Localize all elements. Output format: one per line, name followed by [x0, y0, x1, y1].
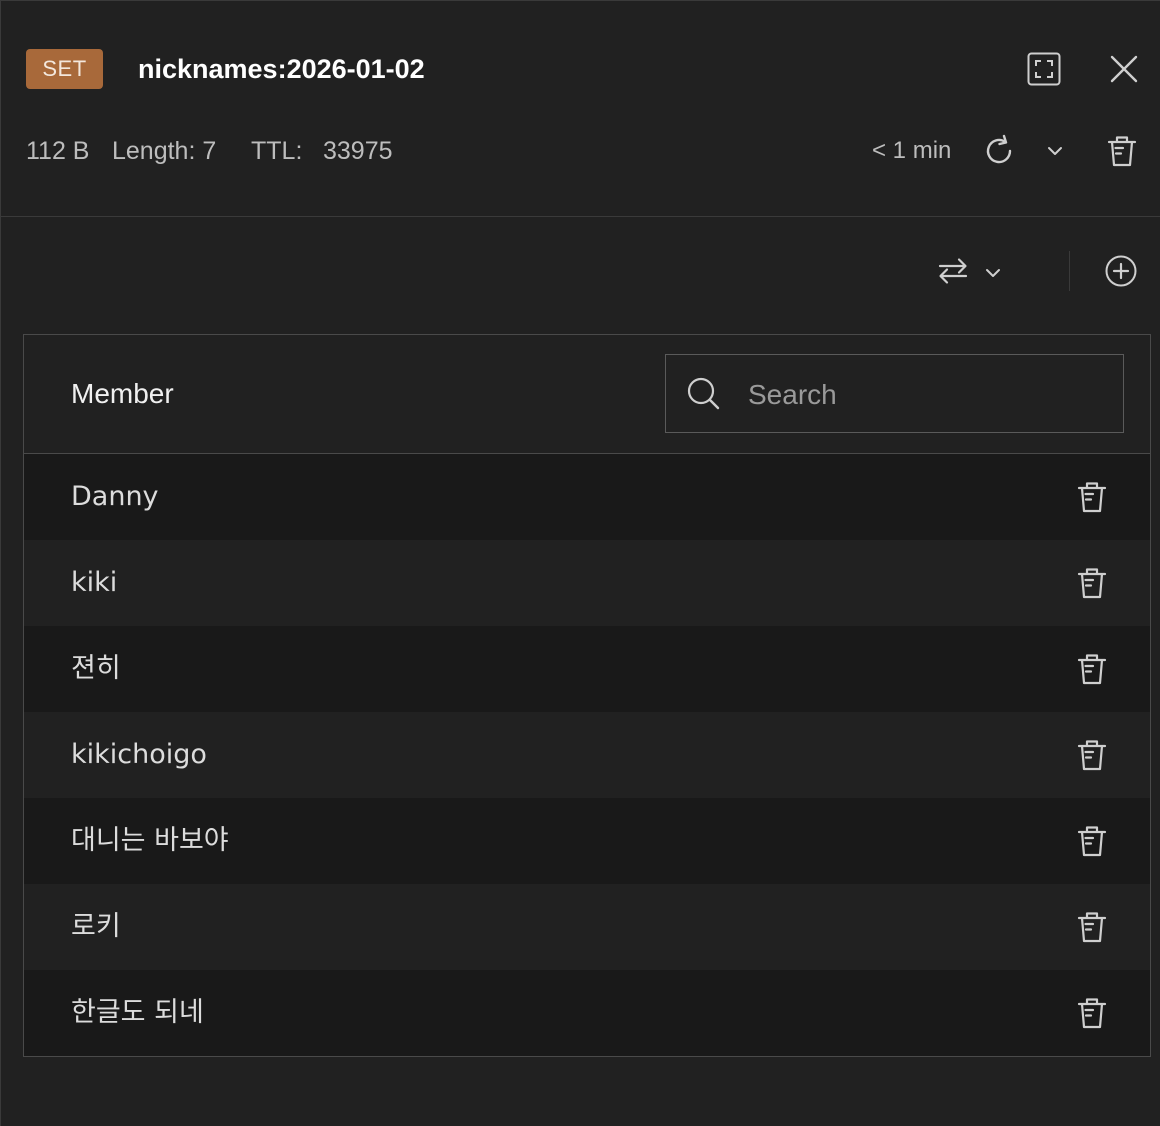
trash-icon [1077, 568, 1107, 599]
ttl-label: TTL: [251, 137, 303, 165]
close-icon [1110, 55, 1138, 83]
format-switch-button[interactable] [935, 253, 971, 289]
delete-member-button[interactable] [1076, 738, 1108, 772]
trash-icon [1077, 740, 1107, 771]
close-button[interactable] [1108, 53, 1140, 85]
key-name-title[interactable]: nicknames:2026-01-02 [138, 49, 425, 89]
table-row[interactable]: kiki [24, 540, 1150, 626]
header-divider [1, 216, 1160, 217]
trash-icon [1107, 136, 1137, 167]
member-value: kiki [71, 567, 118, 598]
trash-icon [1077, 482, 1107, 513]
table-row[interactable]: 젼히 [24, 626, 1150, 712]
delete-member-button[interactable] [1076, 652, 1108, 686]
member-value: 대니는 바보야 [71, 825, 229, 856]
table-row[interactable]: Danny [24, 454, 1150, 540]
fullscreen-icon [1027, 52, 1061, 86]
key-length: Length: 7 [112, 137, 217, 165]
key-meta-row: 112 B Length: 7 TTL: 33975 < 1 min [26, 129, 1140, 173]
search-box[interactable] [665, 354, 1124, 434]
member-value: kikichoigo [71, 739, 207, 770]
delete-member-button[interactable] [1076, 566, 1108, 600]
key-header: SET nicknames:2026-01-02 [26, 49, 1140, 89]
last-refresh-time: < 1 min [872, 137, 952, 164]
table-row[interactable]: 한글도 되네 [24, 970, 1150, 1056]
key-size: 112 B [26, 137, 90, 165]
plus-circle-icon [1105, 255, 1137, 287]
table-row[interactable]: 로키 [24, 884, 1150, 970]
key-details-panel: SET nicknames:2026-01-02 112 B Length: 7… [0, 0, 1160, 1126]
search-icon [687, 377, 720, 410]
fullscreen-button[interactable] [1026, 51, 1062, 87]
table-row[interactable]: 대니는 바보야 [24, 798, 1150, 884]
members-table: Member Danny kiki [23, 334, 1151, 1057]
member-value: 젼히 [71, 653, 121, 684]
add-member-button[interactable] [1103, 253, 1139, 289]
member-value: 한글도 되네 [71, 997, 204, 1028]
member-rows: Danny kiki 젼히 kikichoigo 대니는 바보야 로키 한글도 … [24, 454, 1150, 1056]
member-column-header: Member [71, 378, 174, 409]
ttl-value[interactable]: 33975 [323, 129, 393, 173]
search-input[interactable] [746, 355, 1110, 434]
delete-member-button[interactable] [1076, 480, 1108, 514]
table-row[interactable]: kikichoigo [24, 712, 1150, 798]
delete-member-button[interactable] [1076, 824, 1108, 858]
key-type-badge: SET [26, 49, 103, 89]
delete-key-button[interactable] [1104, 132, 1140, 170]
trash-icon [1077, 654, 1107, 685]
member-value: Danny [71, 481, 159, 512]
refresh-icon [986, 134, 1012, 164]
trash-icon [1077, 826, 1107, 857]
member-value: 로키 [71, 911, 121, 942]
swap-icon [938, 258, 968, 284]
delete-member-button[interactable] [1076, 996, 1108, 1030]
refresh-options-dropdown[interactable] [1045, 141, 1065, 161]
table-header: Member [24, 335, 1150, 454]
trash-icon [1077, 912, 1107, 943]
trash-icon [1077, 998, 1107, 1029]
toolbar-separator [1069, 251, 1070, 291]
chevron-down-icon [1048, 147, 1062, 155]
delete-member-button[interactable] [1076, 910, 1108, 944]
refresh-button[interactable] [981, 133, 1017, 169]
format-dropdown[interactable] [983, 263, 1003, 283]
chevron-down-icon [986, 269, 1000, 277]
